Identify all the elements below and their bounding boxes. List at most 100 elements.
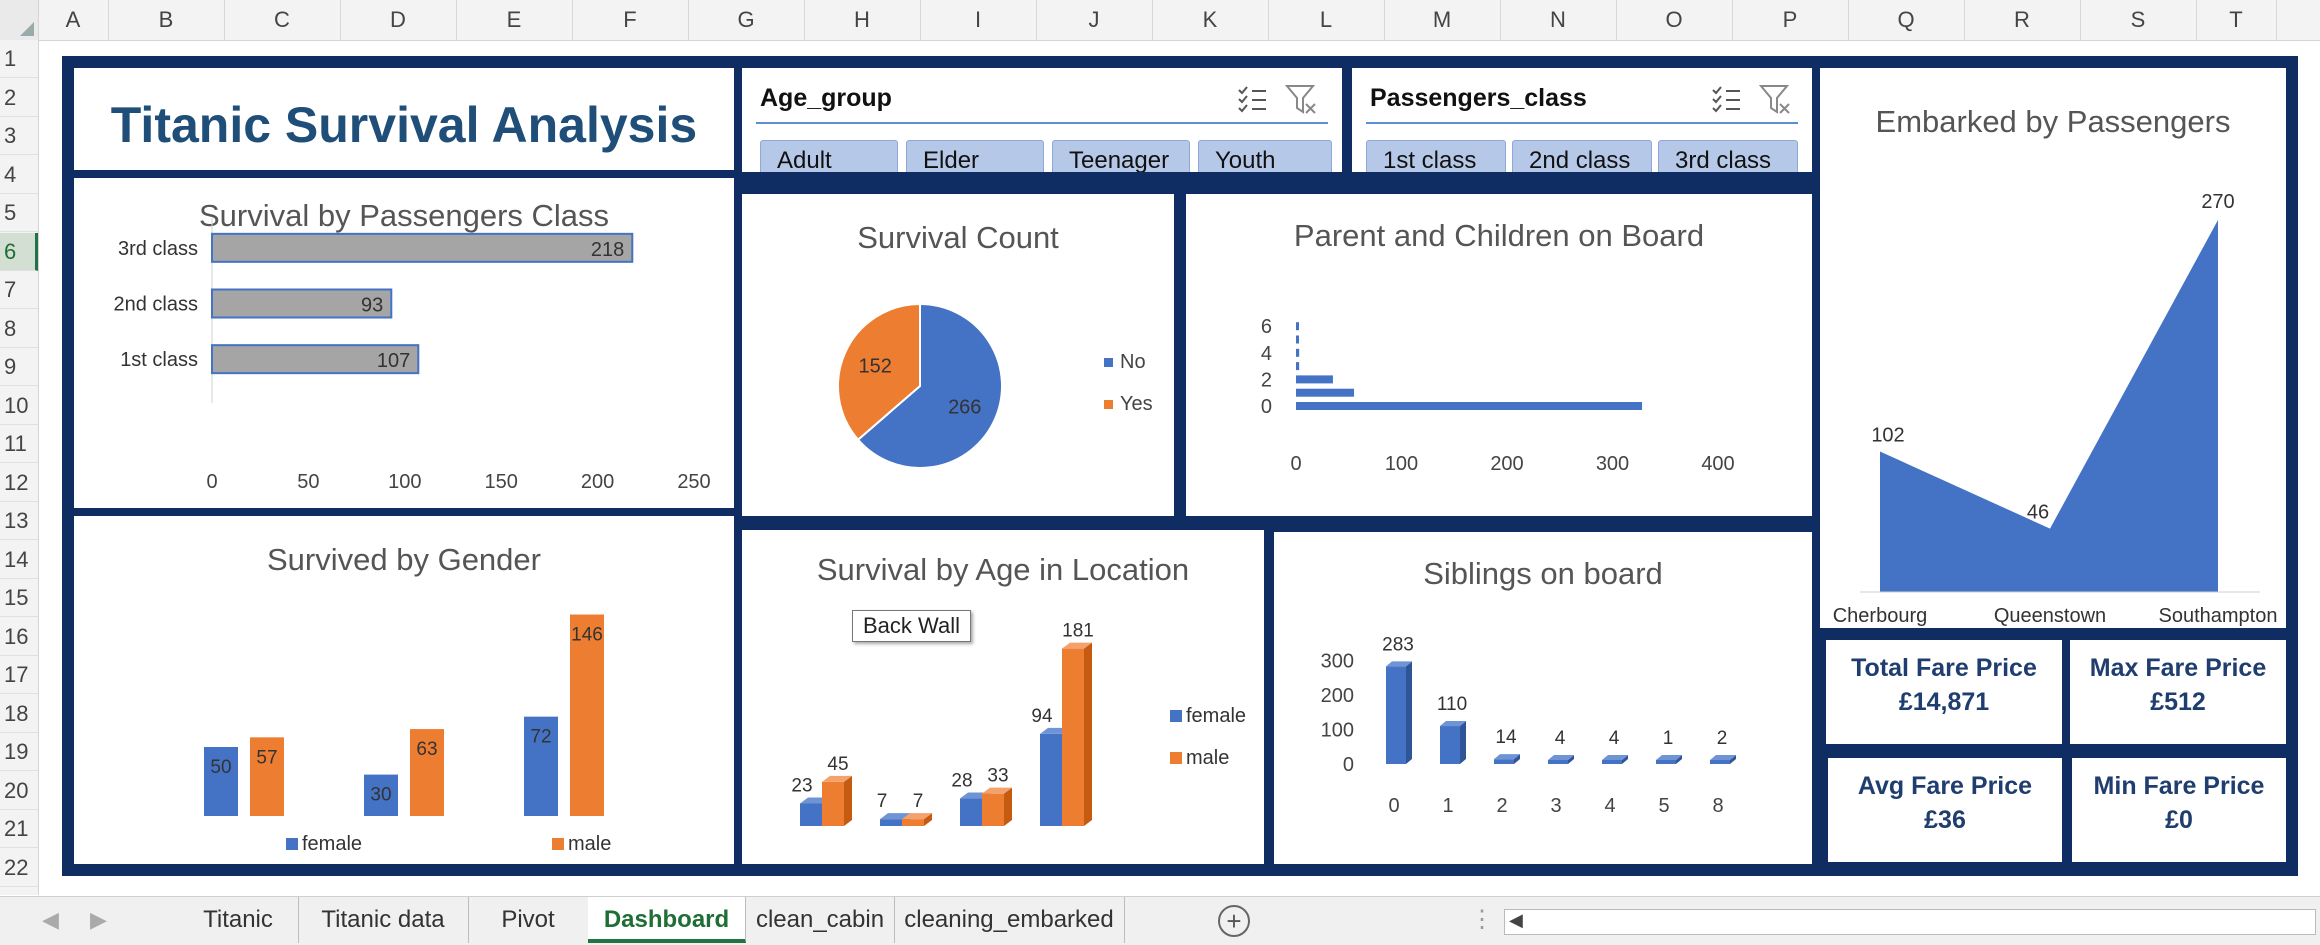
slicer-item-2nd-class[interactable]: 2nd class [1512,140,1652,172]
tab-scroll-left-icon[interactable]: ◀ [42,907,59,933]
column-header-p[interactable]: P [1732,0,1849,40]
row-header-15[interactable]: 15 [0,579,38,617]
embarked-chart[interactable]: Embarked by Passengers 102 Cherbourg 46 Que… [1820,68,2286,628]
age-group-slicer[interactable]: Age_group Adult Elder Teenager Youth [742,68,1342,172]
survival-count-chart[interactable]: Survival Count 266 152 No Yes [742,194,1174,516]
row-header-9[interactable]: 9 [0,348,38,386]
sheet-tab-titanic-data[interactable]: Titanic data [298,897,469,943]
column-header-r[interactable]: R [1964,0,2081,40]
slicer-item-elder[interactable]: Elder [906,140,1044,172]
column-header-g[interactable]: G [688,0,805,40]
slicer-item-youth[interactable]: Youth [1198,140,1332,172]
legend-swatch [1104,358,1113,367]
bar-parch-4 [1296,348,1300,357]
row-header-18[interactable]: 18 [0,695,38,733]
column-header-d[interactable]: D [340,0,457,40]
tab-scroll-right-icon[interactable]: ▶ [90,907,107,933]
slicer-item-3rd-class[interactable]: 3rd class [1658,140,1798,172]
row-header-1[interactable]: 1 [0,40,38,78]
row-header-20[interactable]: 20 [0,772,38,810]
row-header-3[interactable]: 3 [0,117,38,155]
column-header-s[interactable]: S [2080,0,2197,40]
slicer-item-teenager[interactable]: Teenager [1052,140,1190,172]
row-header-12[interactable]: 12 [0,464,38,502]
embarked-area-chart: 102 Cherbourg 46 Queenstown 270 Southampton [1833,191,2278,627]
slicer-item-1st-class[interactable]: 1st class [1366,140,1506,172]
row-header-21[interactable]: 21 [0,810,38,848]
survival-by-age-chart[interactable]: Survival by Age in Location 23 7 28 94 femal… [742,530,1264,864]
multi-select-icon[interactable] [1710,82,1744,116]
sheet-tab-titanic[interactable]: Titanic [178,897,299,943]
row-header-bar: 1 2 3 4 5 6 7 8 9 10 11 12 13 14 15 16 17 18 19 20 21 22 [0,40,39,895]
column-header-b[interactable]: B [108,0,225,40]
column-header-a[interactable]: A [38,0,109,40]
clear-filter-icon[interactable] [1284,82,1318,116]
survival-pie-chart: 266 152 No Yes [837,302,1153,469]
category-label: 2nd class [114,294,199,316]
column-header-l[interactable]: L [1268,0,1385,40]
sheet-tab-clean-cabin[interactable]: clean_cabin [746,897,895,943]
horizontal-scrollbar[interactable]: ◀ [1504,909,2316,935]
row-header-19[interactable]: 19 [0,733,38,771]
row-header-16[interactable]: 16 [0,618,38,656]
bar-male-2 [982,793,1004,826]
kpi-avg-fare: Avg Fare Price £36 [1828,758,2062,862]
column-header-q[interactable]: Q [1848,0,1965,40]
column-header-o[interactable]: O [1616,0,1733,40]
row-header-8[interactable]: 8 [0,310,38,348]
column-header-n[interactable]: N [1500,0,1617,40]
row-header-2[interactable]: 2 [0,79,38,117]
survived-by-gender-chart[interactable]: Survived by Gender 50 30 72 female 57 63 146 ma… [74,516,734,864]
sheet-tab-pivot[interactable]: Pivot [468,897,589,943]
data-label: 7 [913,791,924,812]
age-slicer-header: Age_group [760,84,892,112]
sheet-tab-dashboard[interactable]: Dashboard [588,897,746,943]
column-header-e[interactable]: E [456,0,573,40]
legend-label: male [568,833,611,855]
x-tick-label: 400 [1701,453,1734,475]
passengers-class-slicer[interactable]: Passengers_class 1st class 2nd class 3rd… [1352,68,1812,172]
y-tick-label: 200 [1321,685,1354,707]
add-sheet-icon[interactable]: + [1218,905,1250,937]
tick-label: 0 [206,471,217,493]
survival-by-class-chart[interactable]: Survival by Passengers Class 218 3rd clas… [74,178,734,508]
data-label: 2 [1717,728,1728,749]
kpi-value: £36 [1924,806,1966,834]
row-header-13[interactable]: 13 [0,502,38,540]
slicer-item-adult[interactable]: Adult [760,140,898,172]
kpi-label: Min Fare Price [2093,772,2265,800]
row-header-10[interactable]: 10 [0,387,38,425]
legend-swatch [1170,710,1182,722]
scroll-left-icon[interactable]: ◀ [1509,910,1523,931]
column-header-t[interactable]: T [2196,0,2277,40]
row-header-14[interactable]: 14 [0,541,38,579]
bar-parch-0 [1296,402,1643,410]
column-header-k[interactable]: K [1152,0,1269,40]
multi-select-icon[interactable] [1236,82,1270,116]
bar-3rd-class [211,232,634,263]
row-header-11[interactable]: 11 [0,425,38,463]
column-header-f[interactable]: F [572,0,689,40]
bar-male-1 [902,819,924,826]
row-header-17[interactable]: 17 [0,656,38,694]
clear-filter-icon[interactable] [1758,82,1792,116]
select-all-corner[interactable] [0,0,39,40]
column-header-i[interactable]: I [920,0,1037,40]
row-header-5[interactable]: 5 [0,194,38,232]
x-tick-label: 0 [1290,453,1301,475]
column-header-m[interactable]: M [1384,0,1501,40]
row-header-4[interactable]: 4 [0,156,38,194]
row-header-6[interactable]: 6 [0,232,38,271]
column-header-h[interactable]: H [804,0,921,40]
bar-sib-0 [1386,666,1406,764]
parent-children-chart[interactable]: Parent and Children on Board 0 2 4 6 0 100 200… [1186,194,1812,516]
bar-sib-3 [1548,760,1568,764]
sheet-options-icon[interactable]: ⋮ [1470,905,1494,934]
sheet-tab-cleaning-embarked[interactable]: cleaning_embarked [894,897,1125,943]
siblings-chart[interactable]: Siblings on board 0 100 200 300 283 0 110 1 14 2 4… [1274,532,1812,864]
row-header-7[interactable]: 7 [0,271,38,309]
column-header-j[interactable]: J [1036,0,1153,40]
area-series [1880,220,2218,592]
row-header-22[interactable]: 22 [0,849,38,887]
column-header-c[interactable]: C [224,0,341,40]
